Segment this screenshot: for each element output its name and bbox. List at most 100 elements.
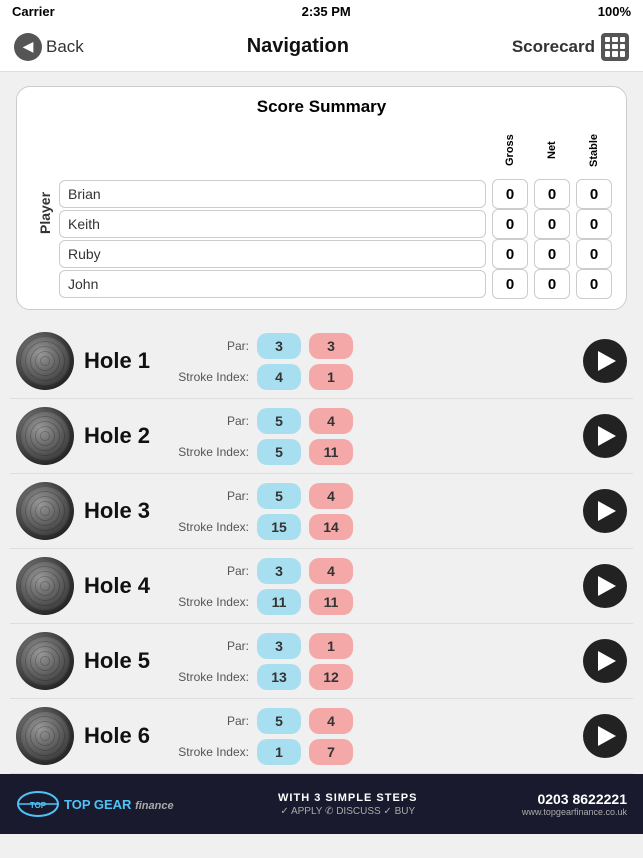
stroke-val1-1: 4 — [257, 364, 301, 390]
par-label-3: Par: — [174, 489, 249, 503]
ad-url: www.topgearfinance.co.uk — [522, 807, 627, 817]
stroke-val1-2: 5 — [257, 439, 301, 465]
nav-bar: ◀ Back Navigation Scorecard — [0, 22, 643, 72]
hole-row-5: Hole 5 Par: 3 1 Stroke Index: 13 12 — [10, 624, 633, 699]
play-button-2[interactable] — [583, 414, 627, 458]
score-row: Keith 0 0 0 — [59, 209, 612, 239]
stroke-val2-5: 12 — [309, 664, 353, 690]
ad-logo-top: TOP GEAR — [64, 797, 131, 812]
par-row-6: Par: 5 4 — [174, 708, 573, 734]
par-val2-6: 4 — [309, 708, 353, 734]
stroke-val2-2: 11 — [309, 439, 353, 465]
hole-row-6: Hole 6 Par: 5 4 Stroke Index: 1 7 — [10, 699, 633, 774]
stroke-row-5: Stroke Index: 13 12 — [174, 664, 573, 690]
hole-name-2: Hole 2 — [84, 423, 164, 449]
score-stable-0: 0 — [576, 179, 612, 209]
golf-ball-2 — [16, 407, 74, 465]
stroke-val2-1: 1 — [309, 364, 353, 390]
back-arrow-icon: ◀ — [14, 33, 42, 61]
score-net-2: 0 — [534, 239, 570, 269]
par-label-2: Par: — [174, 414, 249, 428]
ad-middle: WITH 3 SIMPLE STEPS ✓ APPLY ✆ DISCUSS ✓ … — [278, 792, 417, 817]
stroke-row-4: Stroke Index: 11 11 — [174, 589, 573, 615]
stroke-val1-4: 11 — [257, 589, 301, 615]
play-button-4[interactable] — [583, 564, 627, 608]
stroke-label-2: Stroke Index: — [174, 445, 249, 459]
hole-stats-2: Par: 5 4 Stroke Index: 5 11 — [174, 408, 573, 465]
score-stable-2: 0 — [576, 239, 612, 269]
hole-stats-5: Par: 3 1 Stroke Index: 13 12 — [174, 633, 573, 690]
golf-ball-inner-3 — [20, 486, 70, 536]
svg-text:TOP: TOP — [30, 801, 47, 810]
golf-ball-1 — [16, 332, 74, 390]
net-header: Net — [534, 127, 570, 173]
stroke-val2-6: 7 — [309, 739, 353, 765]
par-val1-4: 3 — [257, 558, 301, 584]
par-label-1: Par: — [174, 339, 249, 353]
hole-name-4: Hole 4 — [84, 573, 164, 599]
score-summary-card: Score Summary Player Gross Net Stable Br… — [16, 86, 627, 310]
golf-ball-inner-1 — [20, 336, 70, 386]
play-button-5[interactable] — [583, 639, 627, 683]
golf-ball-inner-5 — [20, 636, 70, 686]
stroke-label-4: Stroke Index: — [174, 595, 249, 609]
par-val1-5: 3 — [257, 633, 301, 659]
par-val2-3: 4 — [309, 483, 353, 509]
par-val1-6: 5 — [257, 708, 301, 734]
back-button[interactable]: ◀ Back — [14, 33, 84, 61]
score-net-0: 0 — [534, 179, 570, 209]
score-row: Brian 0 0 0 — [59, 179, 612, 209]
stable-header: Stable — [576, 127, 612, 173]
stroke-val1-3: 15 — [257, 514, 301, 540]
stroke-row-2: Stroke Index: 5 11 — [174, 439, 573, 465]
status-bar: Carrier 2:35 PM 100% — [0, 0, 643, 22]
stroke-label-5: Stroke Index: — [174, 670, 249, 684]
par-label-5: Par: — [174, 639, 249, 653]
player-name-0: Brian — [59, 180, 486, 208]
score-summary-title: Score Summary — [31, 97, 612, 117]
hole-name-6: Hole 6 — [84, 723, 164, 749]
par-val2-4: 4 — [309, 558, 353, 584]
hole-name-3: Hole 3 — [84, 498, 164, 524]
ad-logo: TOP TOP GEAR finance — [16, 790, 174, 818]
back-label: Back — [46, 37, 84, 57]
ad-right: 0203 8622221 www.topgearfinance.co.uk — [522, 791, 627, 817]
score-gross-0: 0 — [492, 179, 528, 209]
player-name-1: Keith — [59, 210, 486, 238]
stroke-val1-6: 1 — [257, 739, 301, 765]
par-label-6: Par: — [174, 714, 249, 728]
par-row-4: Par: 3 4 — [174, 558, 573, 584]
par-val1-3: 5 — [257, 483, 301, 509]
hole-name-1: Hole 1 — [84, 348, 164, 374]
play-button-6[interactable] — [583, 714, 627, 758]
stroke-row-6: Stroke Index: 1 7 — [174, 739, 573, 765]
par-label-4: Par: — [174, 564, 249, 578]
gross-header: Gross — [492, 127, 528, 173]
play-button-1[interactable] — [583, 339, 627, 383]
play-button-3[interactable] — [583, 489, 627, 533]
par-val1-2: 5 — [257, 408, 301, 434]
par-row-2: Par: 5 4 — [174, 408, 573, 434]
golf-ball-5 — [16, 632, 74, 690]
holes-list: Hole 1 Par: 3 3 Stroke Index: 4 1 Hole 2… — [0, 324, 643, 774]
score-row: John 0 0 0 — [59, 269, 612, 299]
hole-row-1: Hole 1 Par: 3 3 Stroke Index: 4 1 — [10, 324, 633, 399]
hole-stats-3: Par: 5 4 Stroke Index: 15 14 — [174, 483, 573, 540]
hole-stats-6: Par: 5 4 Stroke Index: 1 7 — [174, 708, 573, 765]
par-row-1: Par: 3 3 — [174, 333, 573, 359]
golf-ball-inner-2 — [20, 411, 70, 461]
golf-ball-inner-4 — [20, 561, 70, 611]
par-val1-1: 3 — [257, 333, 301, 359]
hole-row-3: Hole 3 Par: 5 4 Stroke Index: 15 14 — [10, 474, 633, 549]
scorecard-button[interactable]: Scorecard — [512, 33, 629, 61]
scorecard-label: Scorecard — [512, 37, 595, 57]
score-row: Ruby 0 0 0 — [59, 239, 612, 269]
par-val2-2: 4 — [309, 408, 353, 434]
stroke-val1-5: 13 — [257, 664, 301, 690]
golf-ball-4 — [16, 557, 74, 615]
ad-banner[interactable]: TOP TOP GEAR finance WITH 3 SIMPLE STEPS… — [0, 774, 643, 834]
battery-label: 100% — [598, 4, 631, 19]
score-gross-1: 0 — [492, 209, 528, 239]
score-rows: Brian 0 0 0 Keith 0 0 0 Ruby 0 0 0 John … — [59, 179, 612, 299]
ad-steps: ✓ APPLY ✆ DISCUSS ✓ BUY — [278, 806, 417, 817]
